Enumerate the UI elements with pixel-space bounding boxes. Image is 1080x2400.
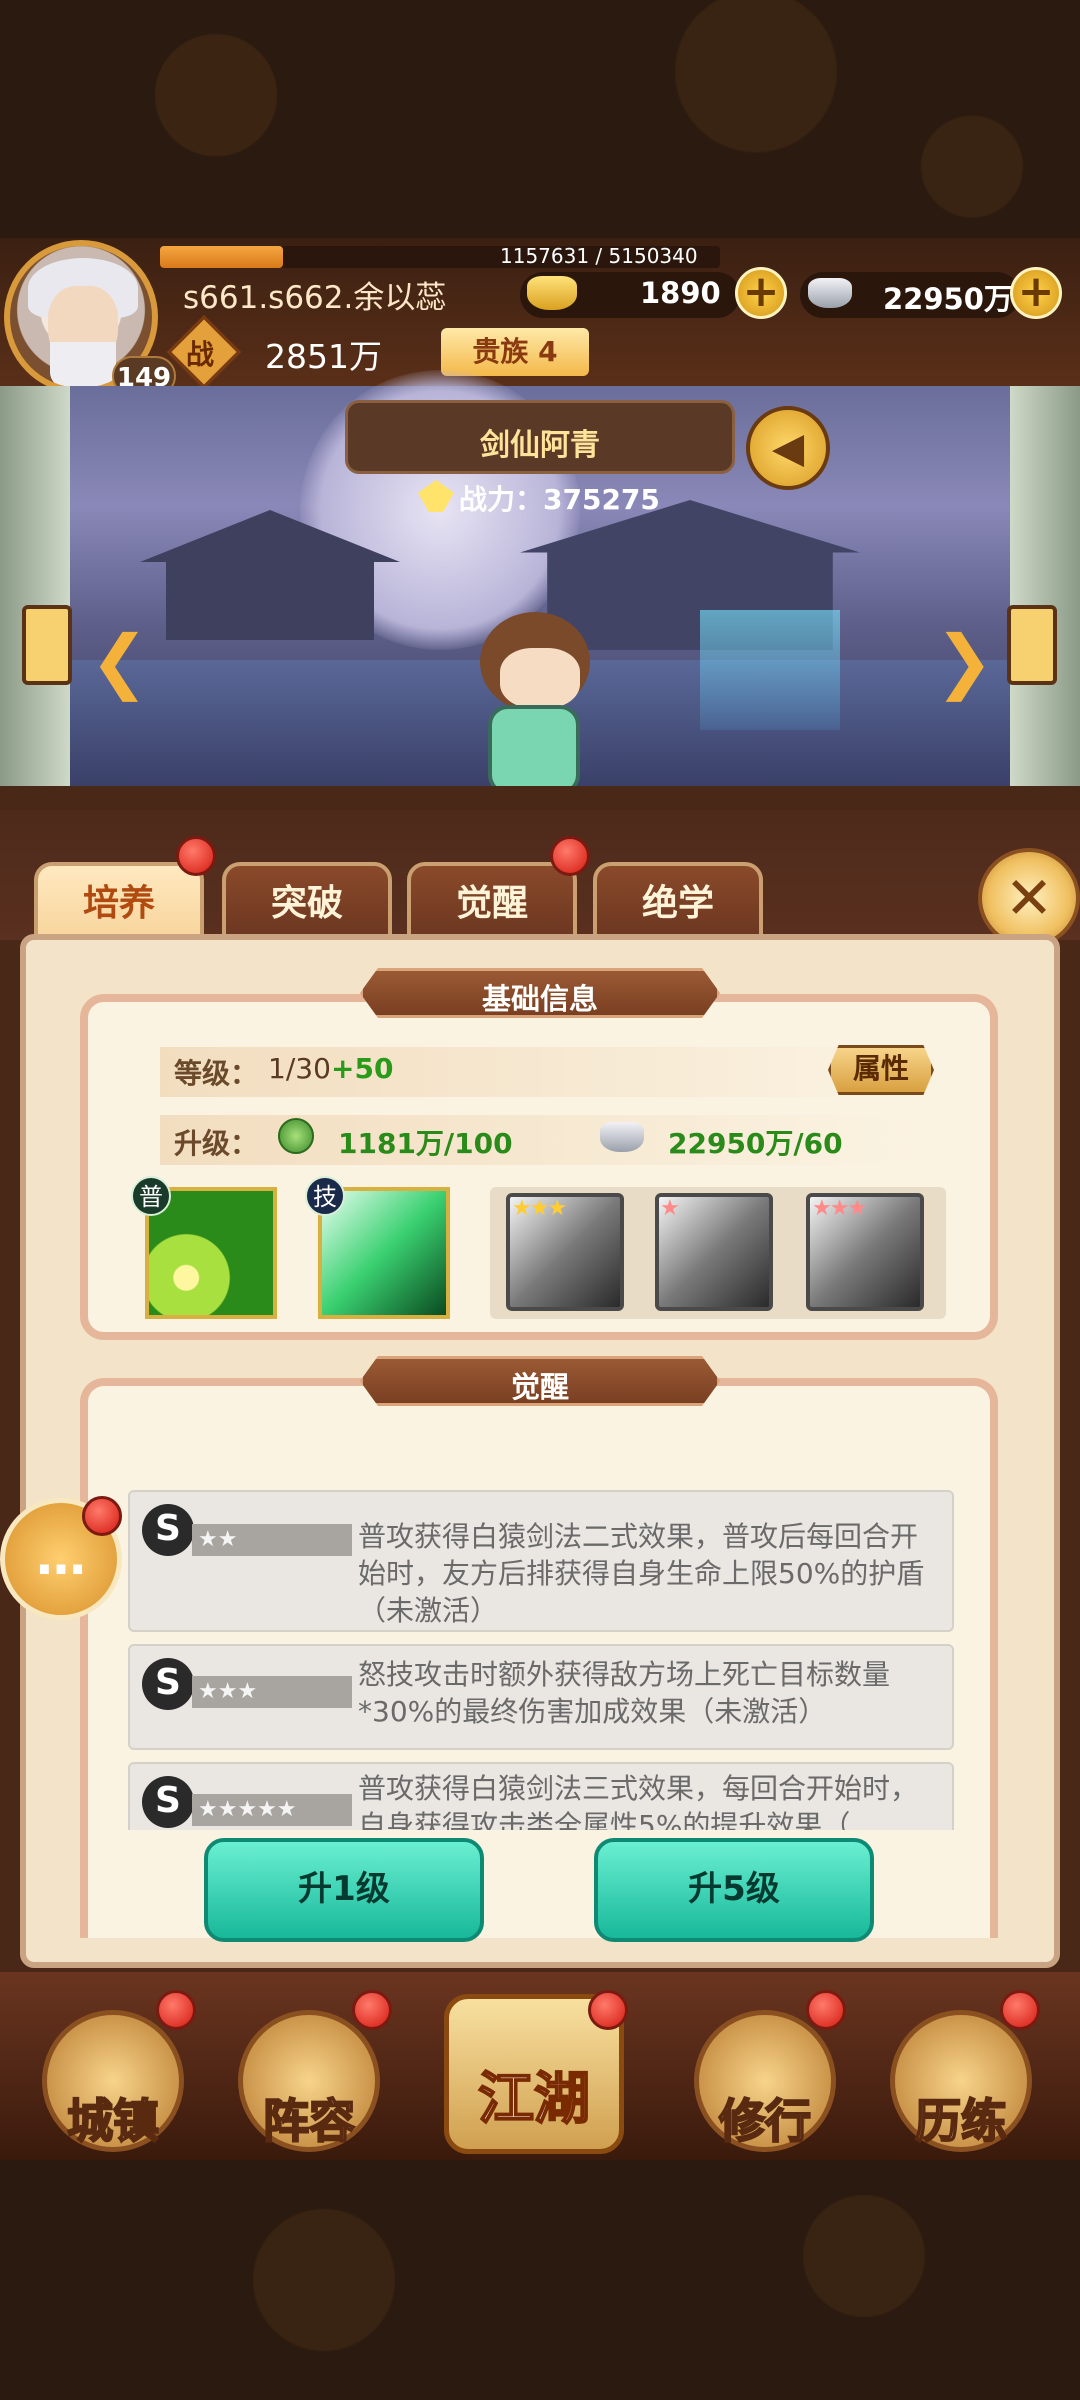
lantern-right [1007,605,1057,685]
bottom-ornament [0,2160,1080,2400]
nav-lineup-label: 阵容 [262,2093,356,2149]
notification-dot [1000,1990,1040,2030]
notification-dot [176,836,216,876]
upgrade-label: 升级： [174,1127,259,1160]
voice-play-button[interactable]: ◀ [746,406,830,490]
silver-ingot-icon [808,278,852,308]
exp-requirement: 1181万/100 [338,1127,513,1160]
notification-dot [806,1990,846,2030]
skill-type-tag: 技 [305,1176,345,1216]
nav-training-label: 历练 [914,2093,1008,2149]
s-badge-icon: S [142,1658,194,1710]
awakening-list[interactable]: S ★★ 普攻获得白猿剑法二式效果，普攻后每回合开始时，友方后排获得自身生命上限… [120,1480,960,1830]
gold-ingot-icon [527,276,577,310]
pavilion-glow [700,610,840,730]
awakening-description: 普攻获得白猿剑法二式效果，普攻后每回合开始时，友方后排获得自身生命上限50%的护… [358,1520,925,1627]
exp-orb-icon [278,1118,314,1154]
awakening-title: 觉醒 [510,1370,569,1404]
awakening-description: 怒技攻击时额外获得敌方场上死亡目标数量*30%的最终伤害加成效果（未激活） [358,1658,891,1728]
noble-rank-badge[interactable]: 贵族 4 [441,328,589,376]
level-up-5-button[interactable]: 升5级 [594,1838,874,1942]
s-badge-icon: S [142,1504,194,1556]
previous-hero-arrow[interactable]: ❮ [90,620,149,702]
curtain-left [0,386,70,786]
s-badge-icon: S [142,1776,194,1828]
player-combat-power: 2851万 [265,337,382,376]
hero-combat-power: 战力：375275 [459,483,660,516]
silver-ingot-icon [600,1122,644,1152]
level-bonus: +50 [331,1052,394,1085]
basic-info-title: 基础信息 [481,982,598,1016]
exp-text: 1157631 / 5150340 [500,244,698,268]
hero-body[interactable] [488,705,580,795]
exp-bar-fill [160,246,283,268]
avatar-beard [50,342,116,388]
gold-value: 1890 [640,276,721,310]
next-hero-arrow[interactable]: ❯ [935,620,994,702]
star-rating: ★★★ [192,1676,352,1708]
star-rating: ★★★ [512,1196,567,1221]
star-rating: ★★★ [812,1196,867,1221]
star-rating: ★★★★★ [192,1794,352,1826]
notification-dot [550,836,590,876]
add-silver-button[interactable]: + [1010,267,1062,319]
nav-practice-label: 修行 [718,2093,812,2149]
silver-requirement: 22950万/60 [668,1127,843,1160]
notification-dot [588,1990,628,2030]
awakening-item: S ★★ 普攻获得白猿剑法二式效果，普攻后每回合开始时，友方后排获得自身生命上限… [128,1490,954,1632]
skill-type-tag: 普 [131,1176,171,1216]
close-button[interactable]: ✕ [978,848,1080,948]
silver-value: 22950万 [883,282,1013,316]
awakening-item: S ★★★★★ 普攻获得白猿剑法三式效果，每回合开始时，自身获得攻击类全属性5%… [128,1762,954,1830]
notification-dot [82,1496,122,1536]
level-up-1-button[interactable]: 升1级 [204,1838,484,1942]
notification-dot [156,1990,196,2030]
hero-face [500,648,580,708]
notification-dot [352,1990,392,2030]
lantern-left [22,605,72,685]
star-rating: ★ [660,1196,680,1221]
awakening-item: S ★★★ 怒技攻击时额外获得敌方场上死亡目标数量*30%的最终伤害加成效果（未… [128,1644,954,1750]
level-label: 等级： [174,1057,259,1090]
star-rating: ★★ [192,1524,352,1556]
hero-name: 剑仙阿青 [480,428,600,463]
add-gold-button[interactable]: + [735,267,787,319]
nav-jianghu-label: 江湖 [477,2066,591,2133]
level-value: 1/30 [268,1052,331,1085]
curtain-right [1010,386,1080,786]
nav-town-label: 城镇 [66,2093,160,2149]
player-name: s661.s662.余以蕊 [183,280,447,316]
top-ornament [0,0,1080,238]
combat-power-icon-label: 战 [186,338,215,371]
attributes-button[interactable]: 属性 [828,1045,934,1095]
awakening-description: 普攻获得白猿剑法三式效果，每回合开始时，自身获得攻击类全属性5%的提升效果（ [358,1772,919,1830]
